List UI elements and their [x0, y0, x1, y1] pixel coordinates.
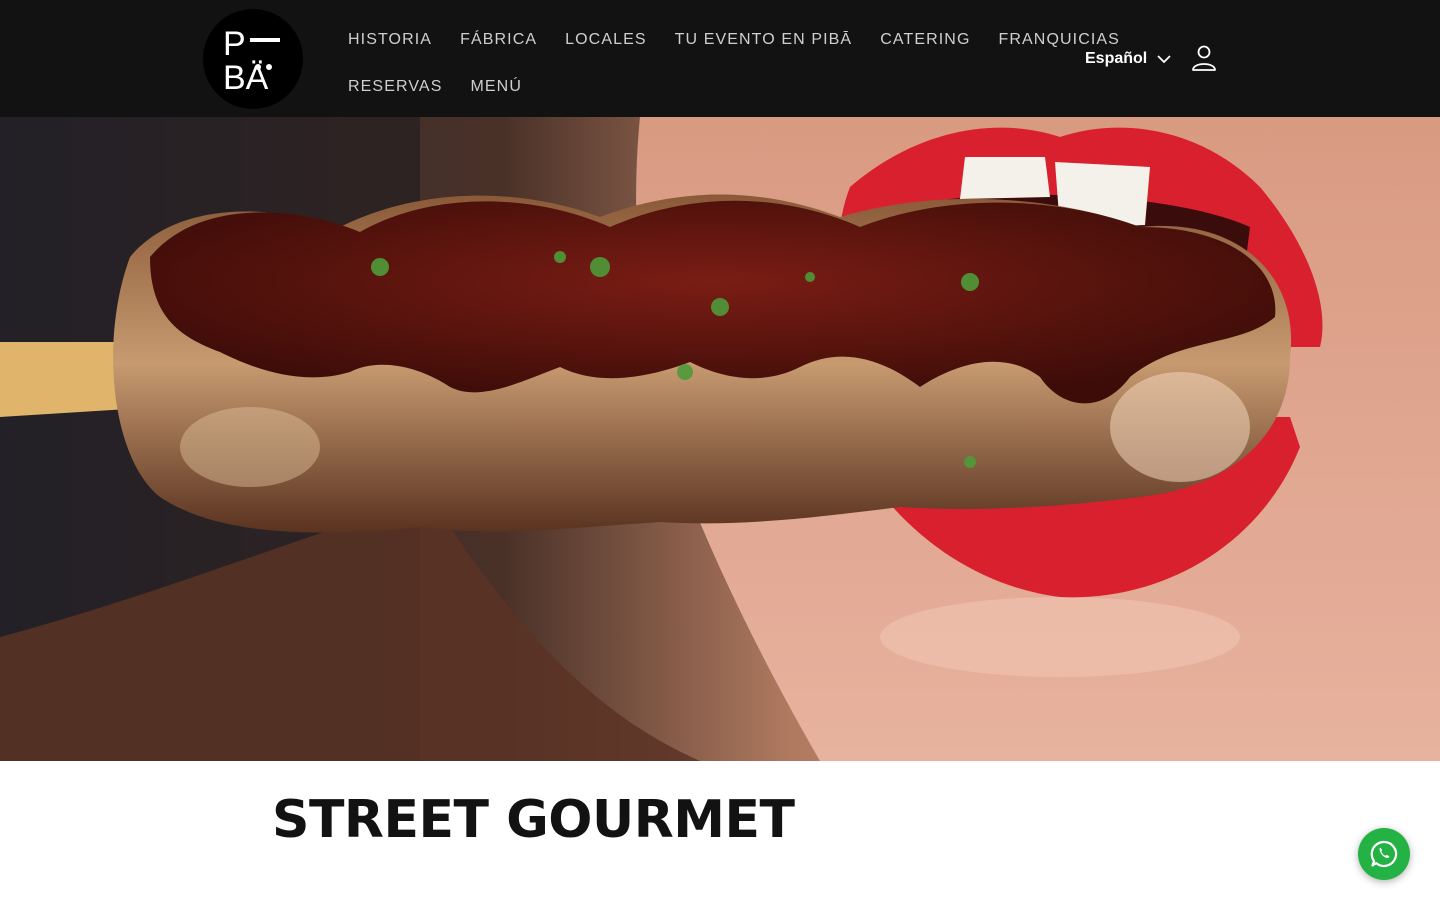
page-title: STREET GOURMET — [272, 790, 795, 850]
nav-item-catering[interactable]: CATERING — [866, 31, 984, 49]
nav-item-menu[interactable]: MENÚ — [456, 78, 536, 96]
whatsapp-chat-button[interactable] — [1358, 828, 1410, 880]
account-button[interactable] — [1190, 44, 1218, 72]
nav-item-reservas[interactable]: RESERVAS — [334, 78, 456, 96]
logo-link[interactable]: P BÄ — [203, 9, 303, 109]
nav-item-fabrica[interactable]: FÁBRICA — [446, 31, 551, 49]
language-selector[interactable]: Español — [1085, 47, 1171, 71]
user-icon — [1192, 45, 1216, 71]
nav-item-franquicias[interactable]: FRANQUICIAS — [985, 31, 1134, 49]
site-header: P BÄ HISTORIA FÁBRICA LOCALES TU EVENTO … — [0, 0, 1440, 117]
logo-line2: BÄ — [223, 59, 269, 97]
whatsapp-icon — [1370, 840, 1398, 868]
language-label: Español — [1085, 50, 1148, 67]
skewer-photo — [0, 117, 1440, 761]
main-nav: HISTORIA FÁBRICA LOCALES TU EVENTO EN PI… — [334, 16, 1119, 110]
nav-row-1: HISTORIA FÁBRICA LOCALES TU EVENTO EN PI… — [334, 16, 1119, 63]
nav-item-historia[interactable]: HISTORIA — [334, 31, 446, 49]
nav-row-2: RESERVAS MENÚ — [334, 63, 1054, 110]
logo-bar — [250, 38, 280, 42]
logo-line1: P — [223, 25, 246, 63]
nav-item-locales[interactable]: LOCALES — [551, 31, 661, 49]
piba-logo: P BÄ — [223, 25, 280, 97]
nav-item-tu-evento[interactable]: TU EVENTO EN PIBĀ — [661, 31, 867, 49]
chevron-down-icon — [1157, 54, 1171, 64]
hero-image — [0, 117, 1440, 761]
